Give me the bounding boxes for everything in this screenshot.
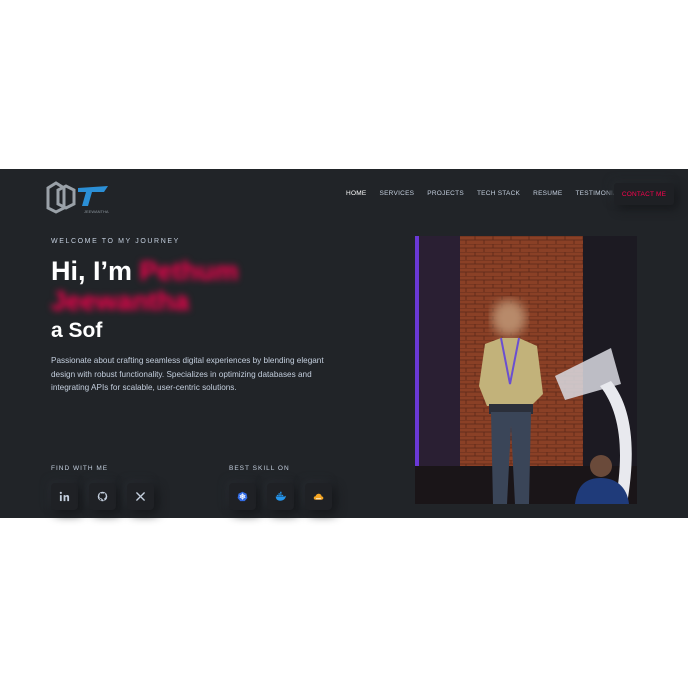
greeting-text: Hi, I’m (51, 256, 140, 286)
nav-resume[interactable]: RESUME (533, 190, 562, 197)
kubernetes-skill[interactable] (229, 483, 256, 510)
nav-home[interactable]: HOME (346, 190, 367, 197)
role-typing-text: a Sof (51, 319, 103, 342)
nav-tech-stack[interactable]: TECH STACK (477, 190, 520, 197)
hero-description: Passionate about crafting seamless digit… (51, 356, 324, 393)
find-with-me-label: FIND WITH ME (51, 465, 109, 472)
hero-photo (415, 236, 637, 504)
kubernetes-icon (237, 491, 248, 502)
main-nav: HOME SERVICES PROJECTS TECH STACK RESUME… (346, 190, 626, 197)
hero-heading: Hi, I’m Pethum Jeewantha (51, 256, 351, 316)
contact-me-button[interactable]: CONTACT ME (614, 183, 674, 205)
x-twitter-button[interactable] (127, 483, 154, 510)
cloud-skill[interactable] (305, 483, 332, 510)
x-icon (136, 492, 145, 501)
nav-projects[interactable]: PROJECTS (427, 190, 464, 197)
docker-skill[interactable] (267, 483, 294, 510)
linkedin-button[interactable] (51, 483, 78, 510)
docker-icon (275, 491, 286, 501)
github-button[interactable] (89, 483, 116, 510)
nav-services[interactable]: SERVICES (380, 190, 415, 197)
github-icon (97, 491, 108, 502)
logo-caption: JEEWANTHA (84, 209, 109, 214)
linkedin-icon (59, 491, 70, 502)
cloud-icon (313, 493, 324, 500)
welcome-text: WELCOME TO MY JOURNEY (51, 238, 180, 245)
site-logo[interactable]: JEEWANTHA (44, 178, 116, 216)
best-skill-on-label: BEST SKILL ON (229, 465, 290, 472)
